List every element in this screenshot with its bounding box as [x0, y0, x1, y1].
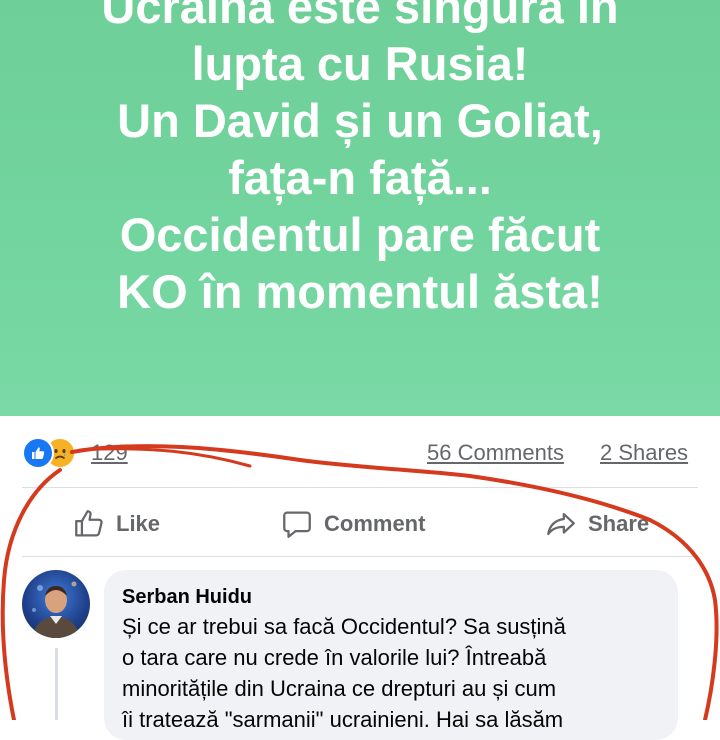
- divider: [22, 556, 698, 557]
- comments-count-link[interactable]: 56 Comments: [427, 440, 564, 466]
- comment-button-label: Comment: [324, 511, 426, 536]
- post-text-line: fața-n față...: [228, 151, 492, 204]
- like-button[interactable]: Like: [72, 504, 160, 544]
- speech-bubble-icon: [280, 507, 314, 541]
- share-button[interactable]: Share: [544, 504, 649, 544]
- comment-text: Și ce ar trebui sa facă Occidentul? Sa s…: [122, 611, 672, 735]
- reactions-summary[interactable]: [22, 437, 82, 469]
- comment-line: minoritățile din Ucraina ce drepturi au …: [122, 676, 557, 701]
- share-button-label: Share: [588, 511, 650, 536]
- like-icon: [22, 437, 54, 469]
- avatar[interactable]: [22, 570, 90, 638]
- reaction-count[interactable]: 129: [91, 440, 128, 466]
- post-banner: Ucraina este singură în lupta cu Rusia! …: [0, 0, 720, 416]
- comment-line: Și ce ar trebui sa facă Occidentul? Sa s…: [122, 614, 566, 639]
- comment-author[interactable]: Serban Huidu: [122, 586, 252, 609]
- post-text-line: Un David și un Goliat,: [117, 94, 603, 147]
- thumbs-up-icon: [72, 507, 106, 541]
- divider: [22, 487, 698, 488]
- post-text: Ucraina este singură în lupta cu Rusia! …: [101, 0, 618, 320]
- share-arrow-icon: [544, 507, 578, 541]
- post-text-line: lupta cu Rusia!: [191, 37, 529, 90]
- post-text-line: KO în momentul ăsta!: [117, 265, 603, 318]
- post-text-line: Occidentul pare făcut: [119, 208, 601, 261]
- like-button-label: Like: [116, 511, 161, 536]
- post-text-line: Ucraina este singură în: [101, 0, 619, 33]
- comment-button[interactable]: Comment: [280, 504, 425, 544]
- shares-count-link[interactable]: 2 Shares: [600, 440, 688, 466]
- comment-line: o tara care nu crede în valorile lui? În…: [122, 645, 547, 670]
- thread-line: [55, 648, 58, 720]
